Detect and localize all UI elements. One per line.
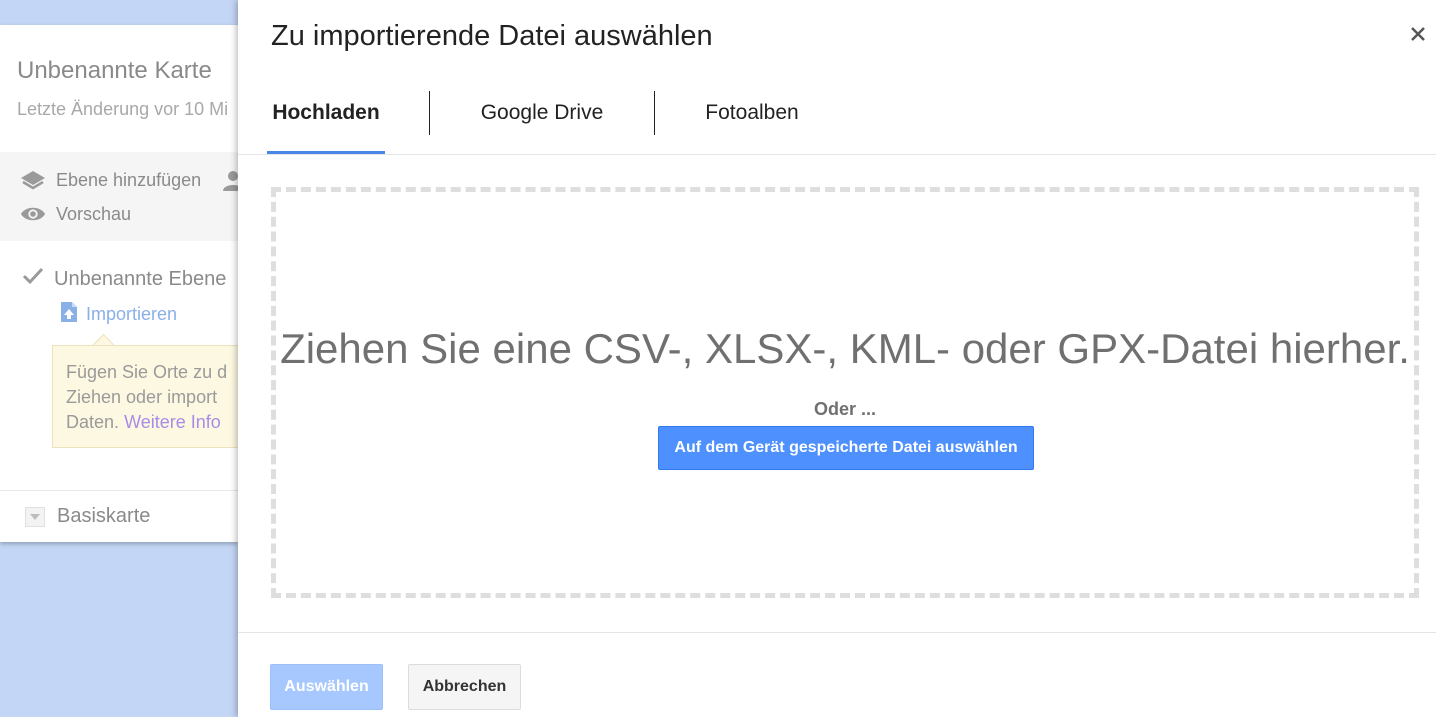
select-button[interactable]: Auswählen bbox=[270, 664, 383, 710]
hint-line-2: Ziehen oder import bbox=[66, 387, 218, 407]
map-toolbar: Ebene hinzufügen Vorschau bbox=[0, 152, 238, 241]
import-dialog: Zu importierende Datei auswählen Hochlad… bbox=[238, 0, 1436, 717]
hint-line-3: Daten. Weitere Info bbox=[66, 410, 238, 435]
import-label: Importieren bbox=[86, 304, 178, 324]
add-layer-label: Ebene hinzufügen bbox=[56, 169, 202, 190]
tab-google-drive[interactable]: Google Drive bbox=[442, 90, 642, 154]
hint-line-1: Fügen Sie Orte zu d bbox=[66, 362, 228, 382]
tab-separator bbox=[429, 91, 430, 135]
last-modified-text: Letzte Änderung vor 10 Mi bbox=[17, 99, 229, 119]
dropdown-arrow-icon[interactable] bbox=[25, 506, 45, 527]
tab-upload[interactable]: Hochladen bbox=[267, 90, 385, 154]
file-drop-zone[interactable]: Ziehen Sie eine CSV-, XLSX-, KML- oder G… bbox=[271, 187, 1419, 598]
layer-name[interactable]: Unbenannte Ebene bbox=[54, 268, 226, 291]
basemap-item[interactable]: Basiskarte bbox=[25, 505, 150, 528]
map-side-panel: Unbenannte Karte Letzte Änderung vor 10 … bbox=[0, 25, 238, 542]
tab-photo-albums[interactable]: Fotoalben bbox=[667, 90, 837, 154]
checkmark-icon[interactable] bbox=[22, 266, 44, 292]
or-text: Oder ... bbox=[813, 399, 876, 419]
tabs-divider bbox=[238, 154, 1436, 155]
hint-box: Fügen Sie Orte zu d Ziehen oder import D… bbox=[52, 345, 238, 448]
footer-divider bbox=[238, 632, 1436, 633]
preview-label: Vorschau bbox=[56, 203, 132, 224]
import-link[interactable]: Importieren bbox=[60, 301, 177, 328]
hint-line-3-prefix: Daten. bbox=[66, 412, 120, 432]
dialog-title: Zu importierende Datei auswählen bbox=[271, 20, 713, 52]
choose-file-button[interactable]: Auf dem Gerät gespeicherte Datei auswähl… bbox=[658, 426, 1034, 470]
close-icon[interactable] bbox=[1406, 22, 1430, 46]
eye-icon bbox=[20, 203, 46, 225]
drop-instructions: Ziehen Sie eine CSV-, XLSX-, KML- oder G… bbox=[280, 325, 1410, 372]
person-icon[interactable] bbox=[222, 169, 238, 191]
file-import-icon bbox=[60, 301, 78, 328]
map-title[interactable]: Unbenannte Karte bbox=[17, 57, 212, 85]
panel-divider bbox=[0, 490, 238, 491]
more-info-link[interactable]: Weitere Info bbox=[124, 412, 221, 432]
layers-icon bbox=[20, 169, 46, 191]
tab-separator bbox=[654, 91, 655, 135]
cancel-button[interactable]: Abbrechen bbox=[408, 664, 521, 710]
add-layer-button[interactable]: Ebene hinzufügen bbox=[20, 169, 201, 191]
basemap-label: Basiskarte bbox=[57, 505, 151, 527]
layer-item[interactable]: Unbenannte Ebene bbox=[22, 266, 226, 292]
preview-button[interactable]: Vorschau bbox=[20, 203, 131, 225]
